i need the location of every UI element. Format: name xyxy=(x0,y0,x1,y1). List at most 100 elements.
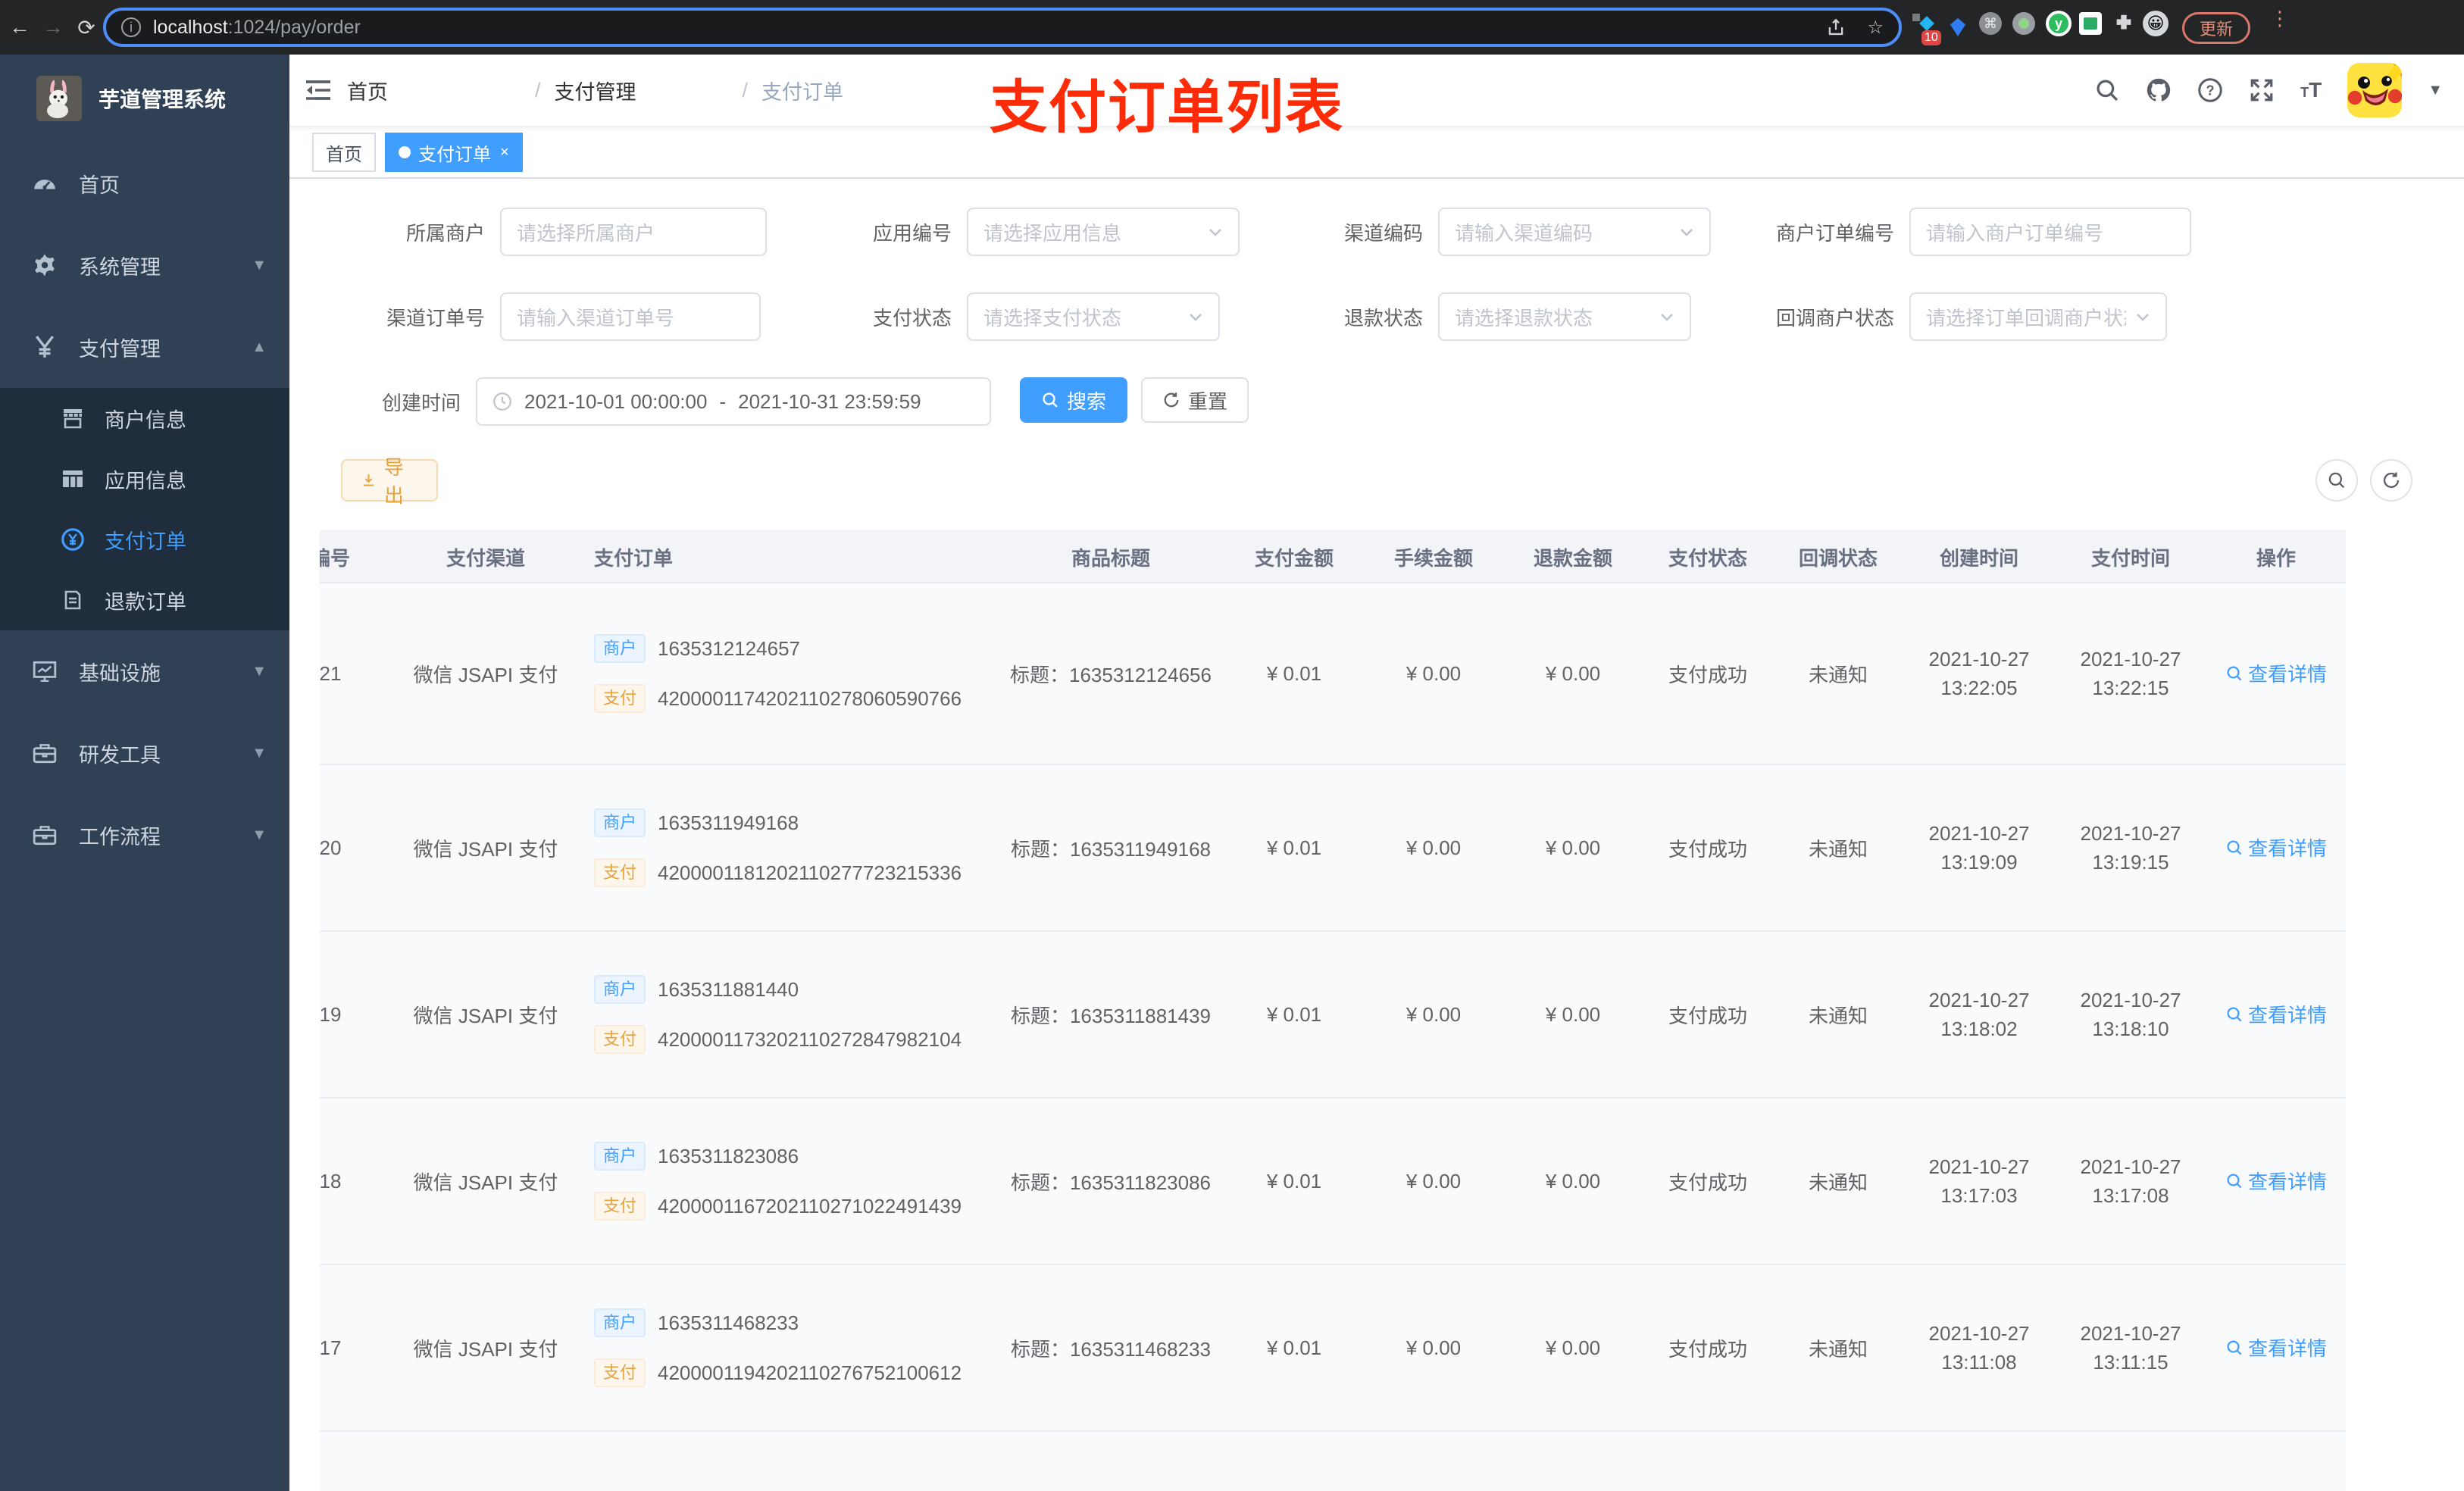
text-size-icon[interactable]: TT xyxy=(2300,78,2322,102)
merchant-order-no-input[interactable]: 请输入商户订单编号 xyxy=(1909,208,2191,256)
merchant-input[interactable]: 请选择所属商户 xyxy=(500,208,767,256)
export-button[interactable]: 导出 xyxy=(341,456,438,507)
sidebar-item-system[interactable]: 系统管理 ▼ xyxy=(0,224,289,306)
sidebar-item-pay-order[interactable]: 支付订单 xyxy=(0,509,289,570)
top-navbar: 首页 / 支付管理 / 支付订单 支付订单列表 ? TT ▼ xyxy=(289,55,2464,140)
extension-icon-4[interactable] xyxy=(2012,12,2037,36)
date-range-picker[interactable]: 2021-10-01 00:00:00 - 2021-10-31 23:59:5… xyxy=(476,377,991,426)
breadcrumb-group[interactable]: 支付管理 xyxy=(555,76,729,105)
reset-button[interactable]: 重置 xyxy=(1141,377,1249,423)
chrome-menu-icon[interactable]: ⋮ xyxy=(2270,8,2290,28)
table-row: 21 微信 JSAPI 支付 商户 1635312124657 支付 42000… xyxy=(320,583,2346,765)
dashboard-icon xyxy=(34,180,55,189)
sidebar-item-infra[interactable]: 基础设施 ▼ xyxy=(0,630,289,712)
monitor-icon xyxy=(33,661,57,683)
breadcrumb-home[interactable]: 首页 xyxy=(347,76,521,105)
site-info-icon[interactable]: i xyxy=(121,17,141,37)
fullscreen-icon[interactable] xyxy=(2249,77,2275,103)
merchant-tag: 商户 xyxy=(594,808,646,837)
pay-status-select[interactable]: 请选择支付状态 xyxy=(967,292,1220,341)
refund-doc-icon xyxy=(64,590,81,610)
forward-icon[interactable]: → xyxy=(39,0,67,55)
extension-icon-5[interactable]: y xyxy=(2046,11,2072,36)
cell-create-time: 2021-10-27 13:17:03 xyxy=(1903,1152,2055,1210)
tab-pay-order[interactable]: 支付订单 × xyxy=(385,133,523,172)
view-detail-link[interactable]: 查看详情 xyxy=(2225,659,2327,687)
hamburger-icon[interactable] xyxy=(289,78,347,102)
yen-icon xyxy=(36,336,54,358)
github-icon[interactable] xyxy=(2146,77,2172,103)
pay-no: 4200001167202110271022491439 xyxy=(658,1194,962,1217)
navbar-actions: ? TT ▼ xyxy=(2094,63,2464,117)
sidebar-item-workflow[interactable]: 工作流程 ▼ xyxy=(0,794,289,876)
screen: ← → ⟳ ⌂ i localhost:1024/pay/order ☆ 10 … xyxy=(0,0,2464,1491)
pay-time: 13:17:08 xyxy=(2092,1184,2169,1207)
table-row: 19 微信 JSAPI 支付 商户 1635311881440 支付 42000… xyxy=(320,932,2346,1099)
sidebar-item-merchant-info[interactable]: 商户信息 xyxy=(0,388,289,449)
view-detail-link[interactable]: 查看详情 xyxy=(2225,1000,2327,1028)
breadcrumb-separator: / xyxy=(535,78,541,102)
annotation-title: 支付订单列表 xyxy=(990,76,1344,140)
date-end[interactable]: 2021-10-31 23:59:59 xyxy=(738,390,921,414)
sidebar-item-home[interactable]: 首页 xyxy=(0,142,289,224)
col-actions: 操作 xyxy=(2256,546,2296,570)
filter-merchant-order-no: 商户订单编号 请输入商户订单编号 xyxy=(1728,208,2191,256)
filter-channel-order-no: 渠道订单号 请输入渠道订单号 xyxy=(318,292,761,341)
extension-emoji-icon[interactable]: 😀 xyxy=(2143,11,2169,36)
sidebar-item-label: 支付订单 xyxy=(105,530,186,553)
cell-pay-status: 支付成功 xyxy=(1668,1337,1747,1361)
chevron-down-icon xyxy=(2137,314,2149,321)
help-icon[interactable]: ? xyxy=(2197,77,2223,103)
date-separator: - xyxy=(719,389,727,413)
pay-no-line: 支付 4200001194202110276752100612 xyxy=(594,1358,997,1387)
app-logo[interactable]: 芋道管理系统 xyxy=(0,55,289,142)
url-text[interactable]: localhost:1024/pay/order xyxy=(153,17,1805,39)
chevron-down-icon xyxy=(1661,314,1673,321)
sidebar-item-payment[interactable]: 支付管理 ▲ xyxy=(0,306,289,388)
sidebar-item-app-info[interactable]: 应用信息 xyxy=(0,449,289,509)
extension-icon-2[interactable] xyxy=(1946,15,1970,39)
merchant-tag: 商户 xyxy=(594,1308,646,1337)
cell-channel: 微信 JSAPI 支付 xyxy=(413,1337,558,1361)
placeholder: 请输入渠道订单号 xyxy=(517,306,675,330)
view-detail-link[interactable]: 查看详情 xyxy=(2225,1333,2327,1361)
gear-icon xyxy=(35,254,55,277)
avatar-caret-icon[interactable]: ▼ xyxy=(2428,82,2443,99)
channel-order-no-input[interactable]: 请输入渠道订单号 xyxy=(500,292,761,341)
cell-notify-status: 未通知 xyxy=(1808,837,1868,861)
refresh-table-button[interactable] xyxy=(2370,459,2412,502)
view-detail-link[interactable]: 查看详情 xyxy=(2225,1167,2327,1195)
share-icon[interactable] xyxy=(1826,17,1846,37)
create-date: 2021-10-27 xyxy=(1928,1155,2030,1178)
pay-date: 2021-10-27 xyxy=(2080,648,2181,670)
avatar[interactable] xyxy=(2347,63,2403,117)
toggle-search-button[interactable] xyxy=(2315,459,2358,502)
notify-status-select[interactable]: 请选择订单回调商户状态 xyxy=(1909,292,2167,341)
close-icon[interactable]: × xyxy=(500,144,509,161)
download-icon xyxy=(363,474,374,486)
cell-pay-order: 商户 1635311949168 支付 42000011812021102777… xyxy=(573,808,997,887)
extension-icon-3[interactable]: ⌘ xyxy=(1979,12,2003,36)
app-id-select[interactable]: 请选择应用信息 xyxy=(967,208,1240,256)
sidebar-item-label: 应用信息 xyxy=(105,469,186,492)
search-icon[interactable] xyxy=(2094,77,2120,103)
reload-icon[interactable]: ⟳ xyxy=(73,0,100,55)
cell-pay-time: 2021-10-27 13:18:10 xyxy=(2055,986,2206,1043)
search-button[interactable]: 搜索 xyxy=(1020,377,1127,423)
chrome-update-button[interactable]: 更新 xyxy=(2182,12,2251,44)
sidebar-item-devtools[interactable]: 研发工具 ▼ xyxy=(0,712,289,794)
extension-icon-6[interactable] xyxy=(2079,12,2103,36)
address-bar[interactable]: i localhost:1024/pay/order ☆ xyxy=(103,8,1902,47)
date-start[interactable]: 2021-10-01 00:00:00 xyxy=(524,390,707,414)
sidebar-item-refund-order[interactable]: 退款订单 xyxy=(0,570,289,630)
back-icon[interactable]: ← xyxy=(6,0,33,55)
field-label: 商户订单编号 xyxy=(1775,221,1894,245)
refund-status-select[interactable]: 请选择退款状态 xyxy=(1438,292,1691,341)
view-detail-link[interactable]: 查看详情 xyxy=(2225,833,2327,861)
extension-icon-1[interactable]: 10 xyxy=(1912,14,1941,45)
extension-puzzle-icon[interactable] xyxy=(2112,12,2137,36)
channel-code-select[interactable]: 请输入渠道编码 xyxy=(1438,208,1711,256)
bookmark-star-icon[interactable]: ☆ xyxy=(1867,17,1884,39)
tab-home[interactable]: 首页 xyxy=(312,133,376,172)
sidebar-item-label: 系统管理 xyxy=(79,255,161,279)
